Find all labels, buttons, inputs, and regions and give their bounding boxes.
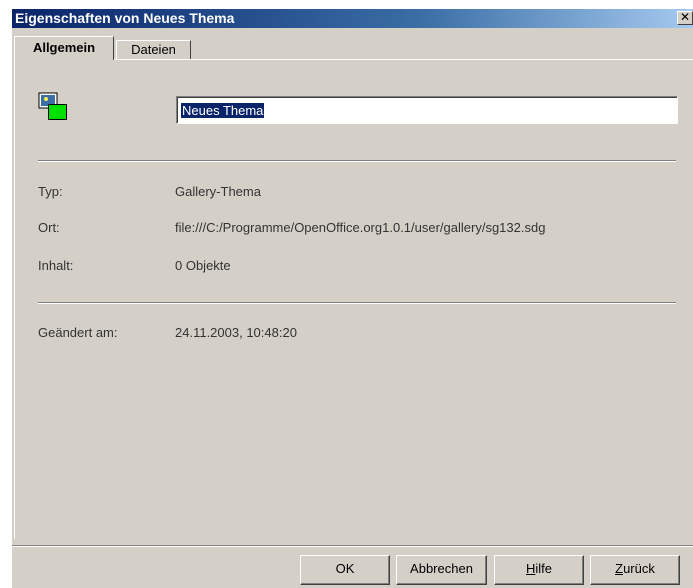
- button-area-separator: [12, 545, 693, 547]
- cancel-button-label: Abbrechen: [410, 561, 473, 576]
- location-value: file:///C:/Programme/OpenOffice.org1.0.1…: [175, 220, 546, 235]
- modified-label: Geändert am:: [38, 325, 118, 340]
- help-button-label: ilfe: [535, 561, 552, 576]
- type-value: Gallery-Thema: [175, 184, 261, 199]
- cancel-button[interactable]: Abbrechen: [396, 555, 487, 585]
- ok-button-label: OK: [335, 561, 355, 576]
- close-icon: ✕: [679, 10, 691, 24]
- divider-middle: [38, 302, 676, 304]
- location-label: Ort:: [38, 220, 60, 235]
- theme-name-input[interactable]: Neues Thema: [176, 96, 678, 124]
- back-mnemonic: Z: [615, 561, 624, 576]
- type-label: Typ:: [38, 184, 63, 199]
- back-button-label: urück: [623, 561, 655, 576]
- help-button[interactable]: Hilfe: [494, 555, 584, 585]
- tab-allgemein-label: Allgemein: [32, 40, 96, 55]
- properties-dialog: Eigenschaften von Neues Thema ✕ Allgemei…: [11, 8, 693, 588]
- help-mnemonic: H: [525, 561, 536, 576]
- tab-panel: [14, 59, 693, 539]
- divider-top: [38, 160, 676, 162]
- theme-name-value: Neues Thema: [181, 103, 265, 118]
- back-button[interactable]: Zurück: [590, 555, 680, 585]
- tab-dateien[interactable]: Dateien: [116, 40, 191, 60]
- close-button[interactable]: ✕: [677, 11, 693, 25]
- content-label: Inhalt:: [38, 258, 74, 273]
- modified-value: 24.11.2003, 10:48:20: [175, 325, 297, 340]
- ok-button[interactable]: OK: [300, 555, 390, 585]
- gallery-theme-icon: [38, 92, 67, 120]
- window-title: Eigenschaften von Neues Thema: [15, 10, 235, 26]
- content-value: 0 Objekte: [175, 258, 231, 273]
- tab-allgemein[interactable]: Allgemein: [14, 36, 114, 60]
- title-bar[interactable]: Eigenschaften von Neues Thema ✕: [12, 9, 693, 28]
- tab-dateien-label: Dateien: [131, 42, 176, 57]
